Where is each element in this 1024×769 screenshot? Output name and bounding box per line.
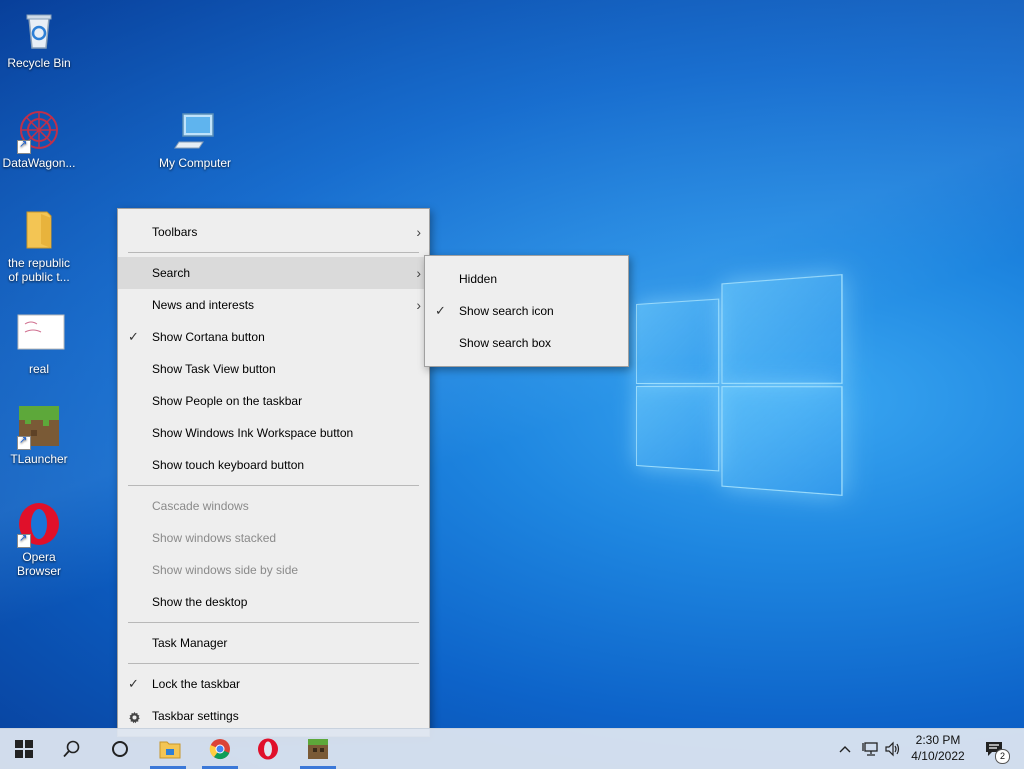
search-submenu: Hidden ✓ Show search icon Show search bo… [424,255,629,367]
cortana-button[interactable] [96,729,144,769]
clock-button[interactable]: 2:30 PM 4/10/2022 [900,732,976,764]
menu-item-task-manager[interactable]: Task Manager [118,627,429,659]
menu-item-show-touch-keyboard[interactable]: Show touch keyboard button [118,449,429,481]
menu-item-label: Lock the taskbar [152,677,241,691]
windows-start-icon [15,740,33,758]
cortana-icon [112,741,128,757]
show-hidden-icons-button[interactable] [838,729,852,769]
desktop-icon-datawagon[interactable]: DataWagon... [0,108,78,170]
chevron-right-icon: › [416,224,421,240]
recycle-bin-icon [17,8,61,52]
menu-item-show-windows-stacked: Show windows stacked [118,522,429,554]
desktop-icon-label-line1: Opera [22,550,56,564]
menu-item-label: Toolbars [152,225,198,239]
computer-icon [173,108,217,152]
shortcut-arrow-icon [17,532,31,548]
desktop-icon-label: My Computer [158,156,232,170]
network-icon [862,742,878,756]
menu-item-search[interactable]: Search › [118,257,429,289]
menu-separator [128,622,419,623]
chevron-right-icon: › [416,265,421,281]
menu-item-label: Show Cortana button [152,330,265,344]
menu-item-label: Taskbar settings [152,709,239,723]
submenu-item-hidden[interactable]: Hidden [425,263,628,295]
taskbar-app-minecraft[interactable] [294,729,342,769]
menu-item-label: News and interests [152,298,255,312]
menu-item-show-the-desktop[interactable]: Show the desktop [118,586,429,618]
chevron-up-icon [839,746,851,753]
menu-item-label: Show People on the taskbar [152,394,303,408]
desktop-icon-real[interactable]: real [0,314,78,376]
menu-item-label: Show the desktop [152,595,248,609]
clock-date: 4/10/2022 [911,749,965,763]
shortcut-arrow-icon [17,434,31,450]
menu-item-label: Show windows stacked [152,531,277,545]
menu-item-show-cortana-button[interactable]: ✓ Show Cortana button [118,321,429,353]
clock-time: 2:30 PM [915,733,961,747]
taskbar: 2:30 PM 4/10/2022 2 [0,728,1024,769]
menu-item-label: Cascade windows [152,499,249,513]
menu-item-news-and-interests[interactable]: News and interests › [118,289,429,321]
file-explorer-icon [159,741,181,759]
desktop-icon-label-line1: the republic [7,256,71,270]
menu-item-label: Show Windows Ink Workspace button [152,426,354,440]
menu-item-cascade-windows: Cascade windows [118,490,429,522]
taskbar-context-menu: Toolbars › Search › News and interests ›… [117,208,430,737]
notification-count-badge: 2 [995,749,1010,764]
windows-logo-wallpaper [636,274,843,496]
menu-item-show-windows-side-by-side: Show windows side by side [118,554,429,586]
menu-item-show-people[interactable]: Show People on the taskbar [118,385,429,417]
taskbar-app-file-explorer[interactable] [146,729,194,769]
menu-separator [128,663,419,664]
menu-item-label: Show search icon [459,304,554,318]
desktop-icon-label-line2: of public t... [8,270,70,284]
shortcut-arrow-icon [17,138,31,154]
taskbar-search-button[interactable] [48,729,96,769]
network-status-button[interactable] [862,729,880,769]
submenu-item-show-search-icon[interactable]: ✓ Show search icon [425,295,628,327]
search-icon [63,740,80,758]
taskbar-app-opera[interactable] [244,729,292,769]
menu-item-label: Search [152,266,191,280]
checkmark-icon: ✓ [435,303,446,318]
menu-item-label: Task Manager [152,636,228,650]
menu-separator [128,252,419,253]
start-button[interactable] [0,729,48,769]
menu-item-lock-the-taskbar[interactable]: ✓ Lock the taskbar [118,668,429,700]
submenu-item-show-search-box[interactable]: Show search box [425,327,628,359]
desktop-icon-label: real [28,362,49,376]
minecraft-icon [308,739,328,759]
menu-item-show-task-view-button[interactable]: Show Task View button [118,353,429,385]
menu-item-show-windows-ink[interactable]: Show Windows Ink Workspace button [118,417,429,449]
desktop-icon-label: DataWagon... [2,156,76,170]
desktop-icon-tlauncher[interactable]: TLauncher [0,404,78,466]
taskbar-app-chrome[interactable] [196,729,244,769]
tlauncher-icon [17,404,61,450]
chrome-icon [209,739,230,760]
notification-center-button[interactable]: 2 [984,729,1010,769]
desktop-icon-folder[interactable]: the republic of public t... [0,208,78,284]
checkmark-icon: ✓ [128,676,139,691]
opera-icon [17,502,61,548]
menu-item-label: Show search box [459,336,552,350]
desktop-icon-label: Recycle Bin [7,56,71,70]
chevron-right-icon: › [416,297,421,313]
opera-icon [258,738,278,760]
desktop-icon-opera[interactable]: Opera Browser [0,502,78,578]
menu-item-label: Show Task View button [152,362,276,376]
menu-item-label: Hidden [459,272,498,286]
menu-item-label: Show windows side by side [152,563,299,577]
desktop-icon-my-computer[interactable]: My Computer [156,108,234,170]
menu-item-label: Show touch keyboard button [152,458,305,472]
menu-separator [128,485,419,486]
image-file-icon [17,314,65,358]
desktop-icon-recycle-bin[interactable]: Recycle Bin [0,8,78,70]
desktop-icon-label-line2: Browser [16,564,61,578]
datawagon-icon [17,108,61,154]
desktop-icon-label: TLauncher [10,452,68,466]
folder-icon [17,208,61,252]
checkmark-icon: ✓ [128,329,139,344]
menu-item-toolbars[interactable]: Toolbars › [118,216,429,248]
